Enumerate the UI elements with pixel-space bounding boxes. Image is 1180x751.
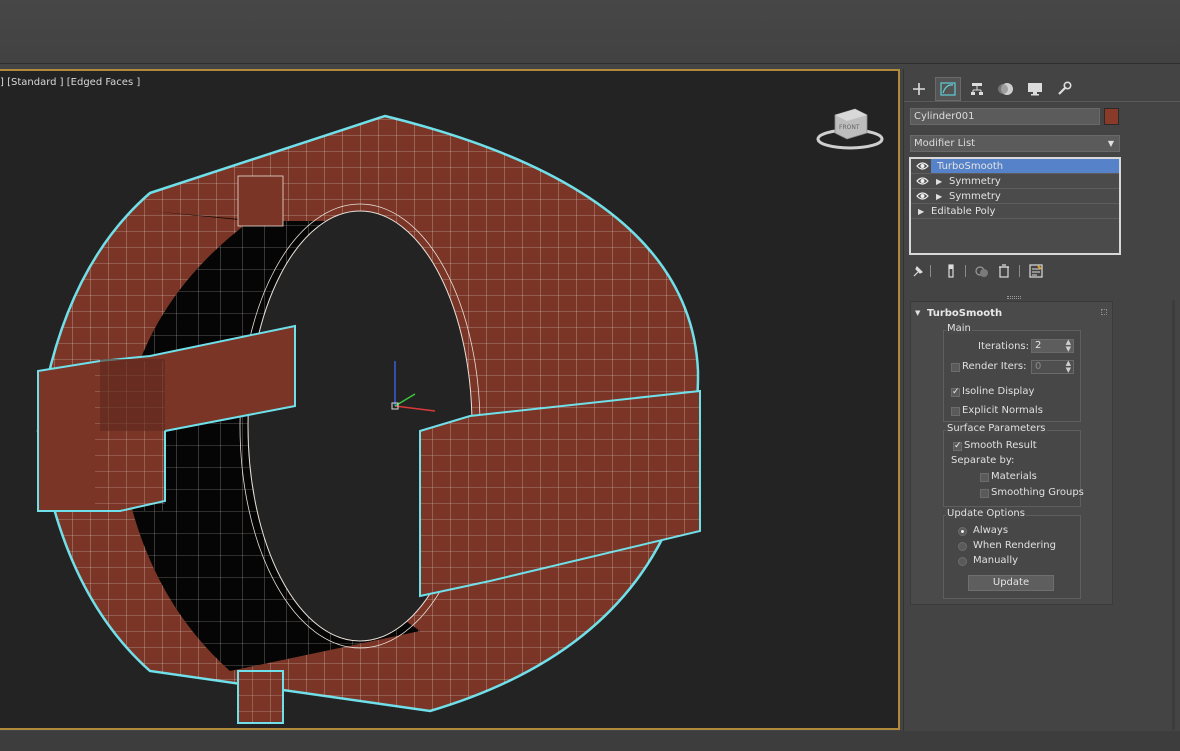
- when-rendering-label: When Rendering: [973, 540, 1056, 551]
- materials-label: Materials: [991, 471, 1037, 482]
- isoline-display-checkbox[interactable]: ✓: [951, 388, 960, 397]
- manually-label: Manually: [973, 555, 1019, 566]
- stack-item-label: Editable Poly: [931, 206, 996, 217]
- utilities-icon[interactable]: [1051, 77, 1077, 101]
- stack-item-symmetry[interactable]: ▶ Symmetry: [911, 174, 1119, 189]
- create-icon[interactable]: [906, 77, 932, 101]
- surface-parameters-group: Surface Parameters ✓ Smooth Result Separ…: [943, 423, 1084, 507]
- expand-triangle-icon[interactable]: ▶: [936, 174, 942, 189]
- command-panel: Cylinder001 Modifier List ▼ TurboSmooth …: [903, 69, 1180, 731]
- mesh-render: [36, 114, 701, 724]
- show-end-result-icon[interactable]: [943, 262, 959, 280]
- spinner-arrows-icon[interactable]: ▲ ▼: [1066, 339, 1071, 353]
- explicit-normals-checkbox[interactable]: [951, 407, 960, 416]
- always-radio[interactable]: [958, 527, 967, 536]
- dropdown-arrow-icon: ▼: [1107, 139, 1114, 148]
- separate-by-label: Separate by:: [951, 455, 1015, 466]
- viewcube-label: FRONT: [839, 124, 860, 131]
- main-group-title: Main: [946, 323, 972, 334]
- smoothing-groups-label: Smoothing Groups: [991, 487, 1084, 498]
- smoothing-groups-checkbox[interactable]: [980, 489, 989, 498]
- when-rendering-radio[interactable]: [958, 542, 967, 551]
- perspective-viewport[interactable]: ] [Standard ] [Edged Faces ] FRONT: [0, 69, 900, 730]
- mesh-tab-top: [237, 175, 284, 227]
- surface-parameters-title: Surface Parameters: [946, 423, 1047, 434]
- motion-icon[interactable]: [993, 77, 1019, 101]
- trash-icon[interactable]: [996, 262, 1012, 280]
- rollout-grip[interactable]: [1007, 296, 1021, 299]
- manually-radio[interactable]: [958, 557, 967, 566]
- configure-sets-icon[interactable]: [1028, 262, 1044, 280]
- render-iters-spinner[interactable]: 0 ▲ ▼: [1031, 360, 1074, 374]
- render-iters-checkbox[interactable]: [951, 363, 960, 372]
- command-panel-scrollbar[interactable]: [1172, 300, 1175, 730]
- object-color-swatch[interactable]: [1104, 108, 1119, 125]
- modify-icon[interactable]: [935, 77, 961, 101]
- app-window: ] [Standard ] [Edged Faces ] FRONT Cylin…: [0, 0, 1180, 751]
- hierarchy-icon[interactable]: [964, 77, 990, 101]
- expand-triangle-icon[interactable]: ▶: [918, 204, 924, 219]
- viewcube[interactable]: FRONT: [815, 103, 885, 153]
- eye-icon[interactable]: [916, 191, 929, 201]
- stack-item-editable-poly[interactable]: ▶ Editable Poly: [911, 204, 1119, 219]
- spinner-arrows-icon[interactable]: ▲ ▼: [1066, 360, 1071, 374]
- render-iters-label: Render Iters:: [962, 361, 1027, 372]
- iterations-spinner[interactable]: 2 ▲ ▼: [1031, 339, 1074, 353]
- update-button[interactable]: Update: [968, 575, 1054, 591]
- expand-triangle-icon[interactable]: ▶: [936, 189, 942, 204]
- update-options-title: Update Options: [946, 508, 1026, 519]
- modifier-list-label: Modifier List: [914, 138, 976, 149]
- modifier-stack[interactable]: TurboSmooth ▶ Symmetry ▶ Symmetry ▶ Edit…: [909, 157, 1121, 255]
- stack-toolbar: [910, 262, 1120, 280]
- iterations-value: 2: [1035, 340, 1042, 351]
- divider: [930, 265, 931, 277]
- collapse-triangle-icon[interactable]: ▼: [915, 309, 920, 317]
- eye-icon[interactable]: [916, 161, 929, 171]
- materials-checkbox[interactable]: [980, 473, 989, 482]
- explicit-normals-label: Explicit Normals: [962, 405, 1043, 416]
- rollout-title[interactable]: TurboSmooth: [927, 308, 1002, 319]
- object-name-field[interactable]: Cylinder001: [910, 108, 1100, 125]
- main-toolbar: [0, 0, 1180, 64]
- divider: [965, 265, 966, 277]
- stack-item-turbosmooth[interactable]: TurboSmooth: [911, 159, 1119, 174]
- update-options-group: Update Options Always When Rendering Man…: [943, 508, 1081, 599]
- tabs-divider: [904, 101, 1180, 102]
- pin-stack-icon[interactable]: [910, 262, 926, 280]
- eye-icon[interactable]: [916, 176, 929, 186]
- status-strip: [0, 731, 1180, 751]
- always-label: Always: [973, 525, 1009, 536]
- turbosmooth-rollout: ▼ TurboSmooth Main Iterations: 2 ▲ ▼ Rend…: [910, 301, 1113, 605]
- stack-item-symmetry[interactable]: ▶ Symmetry: [911, 189, 1119, 204]
- command-panel-tabs: [904, 75, 1180, 103]
- divider: [1019, 265, 1020, 277]
- main-group: Main Iterations: 2 ▲ ▼ Render Iters: 0 ▲ ▼…: [943, 323, 1081, 422]
- iterations-label: Iterations:: [978, 341, 1029, 352]
- render-iters-value: 0: [1035, 361, 1042, 372]
- rollout-menu-icon[interactable]: [1101, 309, 1107, 315]
- display-icon[interactable]: [1022, 77, 1048, 101]
- stack-item-label: Symmetry: [949, 176, 1001, 187]
- modifier-list-dropdown[interactable]: Modifier List ▼: [910, 135, 1120, 152]
- make-unique-icon[interactable]: [974, 262, 990, 280]
- isoline-display-label: Isoline Display: [962, 386, 1035, 397]
- stack-item-label: Symmetry: [949, 191, 1001, 202]
- smooth-result-label: Smooth Result: [964, 440, 1037, 451]
- stack-item-label: TurboSmooth: [931, 159, 1119, 173]
- smooth-result-checkbox[interactable]: ✓: [953, 442, 962, 451]
